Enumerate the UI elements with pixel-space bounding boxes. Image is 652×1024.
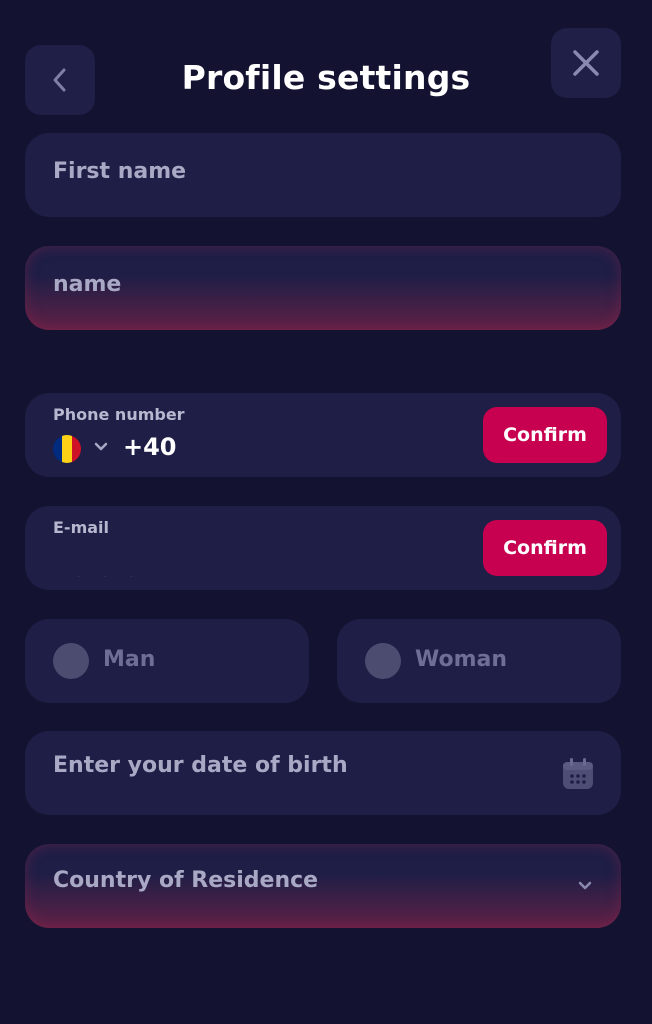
calendar-icon[interactable]	[561, 757, 595, 791]
confirm-email-button[interactable]: Confirm	[483, 520, 607, 576]
woman-label: Woman	[415, 647, 508, 672]
romania-flag-icon[interactable]	[53, 435, 81, 463]
first-name-field[interactable]: First name	[25, 133, 621, 217]
confirm-phone-button[interactable]: Confirm	[483, 407, 607, 463]
man-radio-icon[interactable]	[53, 643, 89, 679]
phone-number-label: Phone number	[53, 405, 185, 424]
woman-radio-icon[interactable]	[365, 643, 401, 679]
date-of-birth-field[interactable]: Enter your date of birth	[25, 731, 621, 815]
man-label: Man	[103, 647, 156, 672]
chevron-down-icon[interactable]	[93, 441, 109, 453]
email-label: E-mail	[53, 518, 110, 537]
email-value[interactable]: · · ·	[77, 572, 143, 583]
first-name-placeholder: First name	[53, 159, 187, 184]
gender-option-man[interactable]: Man	[25, 619, 309, 703]
country-of-residence-select[interactable]: Country of Residence	[25, 844, 621, 928]
last-name-field[interactable]: name	[25, 246, 621, 330]
date-of-birth-placeholder: Enter your date of birth	[53, 753, 348, 778]
country-placeholder: Country of Residence	[53, 868, 319, 893]
close-button[interactable]	[551, 28, 621, 98]
close-icon	[573, 50, 599, 76]
chevron-down-icon	[578, 881, 592, 890]
email-field[interactable]: E-mail · · · Confirm	[25, 506, 621, 590]
phone-country-code[interactable]: +40	[123, 433, 177, 461]
last-name-placeholder: name	[53, 272, 122, 297]
gender-option-woman[interactable]: Woman	[337, 619, 621, 703]
phone-number-field[interactable]: Phone number +40 Confirm	[25, 393, 621, 477]
